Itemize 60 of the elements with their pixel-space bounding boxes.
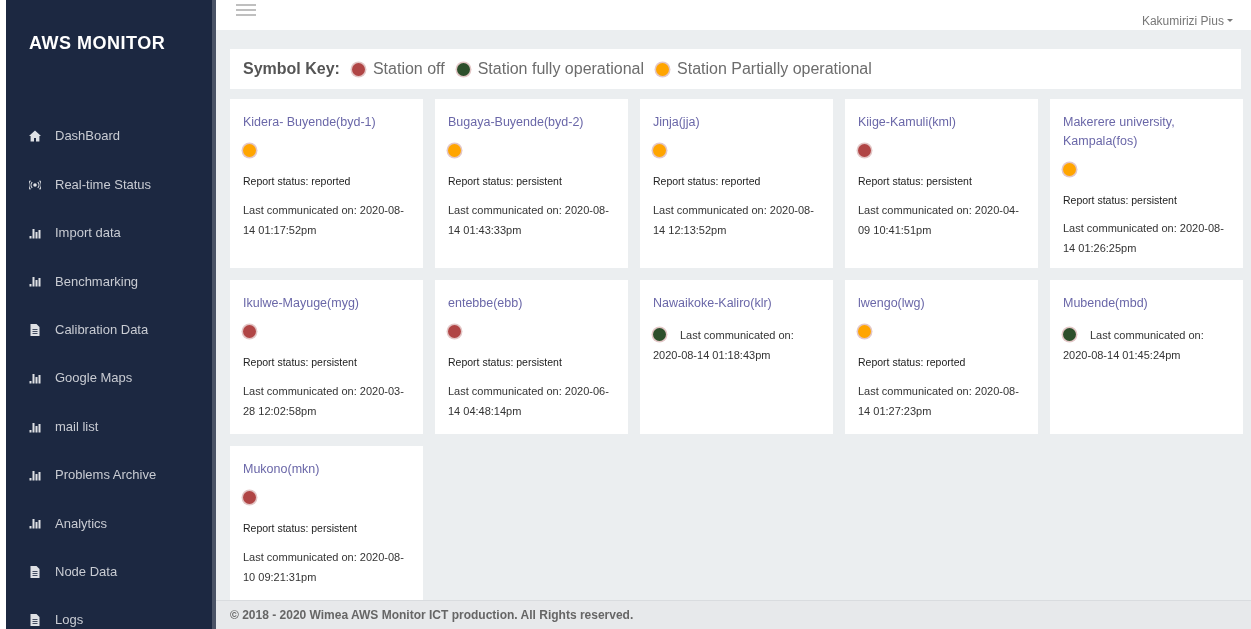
home-icon [29,130,41,143]
last-communicated-text: Last communicated on: 2020-08-14 12:13:52pm [653,202,815,238]
sidebar-item[interactable]: Calibration Data [6,305,212,354]
last-communicated-text: Last communicated on: 2020-08-14 01:17:52pm [243,202,405,238]
sidebar-item[interactable]: Logs [6,595,212,629]
brand-title: AWS MONITOR [28,32,167,55]
report-status-text: Report status: persistent [448,173,563,189]
station-link[interactable]: Bugaya-Buyende(byd-2) [448,113,615,132]
menu-icon[interactable] [236,4,256,16]
station-link[interactable]: Ikulwe-Mayuge(myg) [243,294,410,313]
sidebar-item[interactable]: Node Data [6,547,212,596]
last-communicated-text: Last communicated on: 2020-04-09 10:41:51pm [858,202,1020,238]
sidebar-item[interactable]: DashBoard [6,112,212,161]
last-communicated-text: Last communicated on: 2020-08-14 01:43:33pm [448,202,610,238]
last-communicated-text: Last communicated on: 2020-08-14 01:18:43pm [653,329,794,361]
report-status-text: Report status: persistent [243,355,358,370]
footer-text: © 2018 - 2020 Wimea AWS Monitor ICT production. All Rights reserved. [216,600,1251,629]
station-link[interactable]: Jinja(jja) [653,113,820,132]
report-status-text: Report status: persistent [858,173,973,189]
last-communicated-text: Last communicated on: 2020-06-14 04:48:14pm [448,383,610,419]
legend-title: Symbol Key: [243,59,340,79]
station-link[interactable]: Kiige-Kamuli(kml) [858,113,1025,132]
sidebar-item[interactable]: Analytics [6,499,212,548]
bar-chart-icon [29,420,41,433]
sidebar-item[interactable]: Problems Archive [6,450,212,500]
broadcast-icon [29,178,41,191]
last-communicated-text: Last communicated on: 2020-03-28 12:02:58pm [243,383,405,419]
report-status-text: Report status: reported [243,173,352,189]
legend-label: Station Partially operational [677,59,872,79]
bar-chart-icon [29,468,41,481]
document-icon [29,565,41,578]
station-link[interactable]: entebbe(ebb) [448,294,615,313]
last-communicated-text: Last communicated on: 2020-08-14 01:27:23pm [858,383,1020,419]
last-communicated-text: Last communicated on: 2020-08-10 09:21:31pm [243,549,405,585]
station-link[interactable]: Makerere university, Kampala(fos) [1063,113,1230,151]
legend-label: Station off [372,59,445,79]
report-status-text: Report status: persistent [243,521,358,536]
sidebar-item[interactable]: Import data [6,208,212,258]
report-status-text: Report status: reported [858,355,967,370]
bar-chart-icon [29,517,41,530]
station-link[interactable]: lwengo(lwg) [858,294,1025,313]
document-icon [29,323,41,336]
sidebar-item[interactable]: Google Maps [6,353,212,403]
last-communicated-text: Last communicated on: 2020-08-14 01:26:25pm [1063,221,1225,257]
station-link[interactable]: Mukono(mkn) [243,460,410,479]
sidebar-item[interactable]: Real-time Status [6,160,212,209]
bar-chart-icon [29,372,41,385]
report-status-text: Report status: persistent [448,355,563,370]
last-communicated-text: Last communicated on: 2020-08-14 01:45:24pm [1063,329,1204,361]
report-status-text: Report status: reported [653,173,762,189]
sidebar-item[interactable]: mail list [6,402,212,451]
station-link[interactable]: Mubende(mbd) [1063,294,1230,313]
user-menu[interactable]: Kakumirizi Pius [1141,4,1233,30]
legend-label: Station fully operational [477,59,644,79]
station-link[interactable]: Nawaikoke-Kaliro(klr) [653,294,820,313]
sidebar-item[interactable]: Benchmarking [6,257,212,306]
bar-chart-icon [29,226,41,239]
report-status-text: Report status: persistent [1063,192,1178,208]
bar-chart-icon [29,275,41,288]
station-link[interactable]: Kidera- Buyende(byd-1) [243,113,410,132]
